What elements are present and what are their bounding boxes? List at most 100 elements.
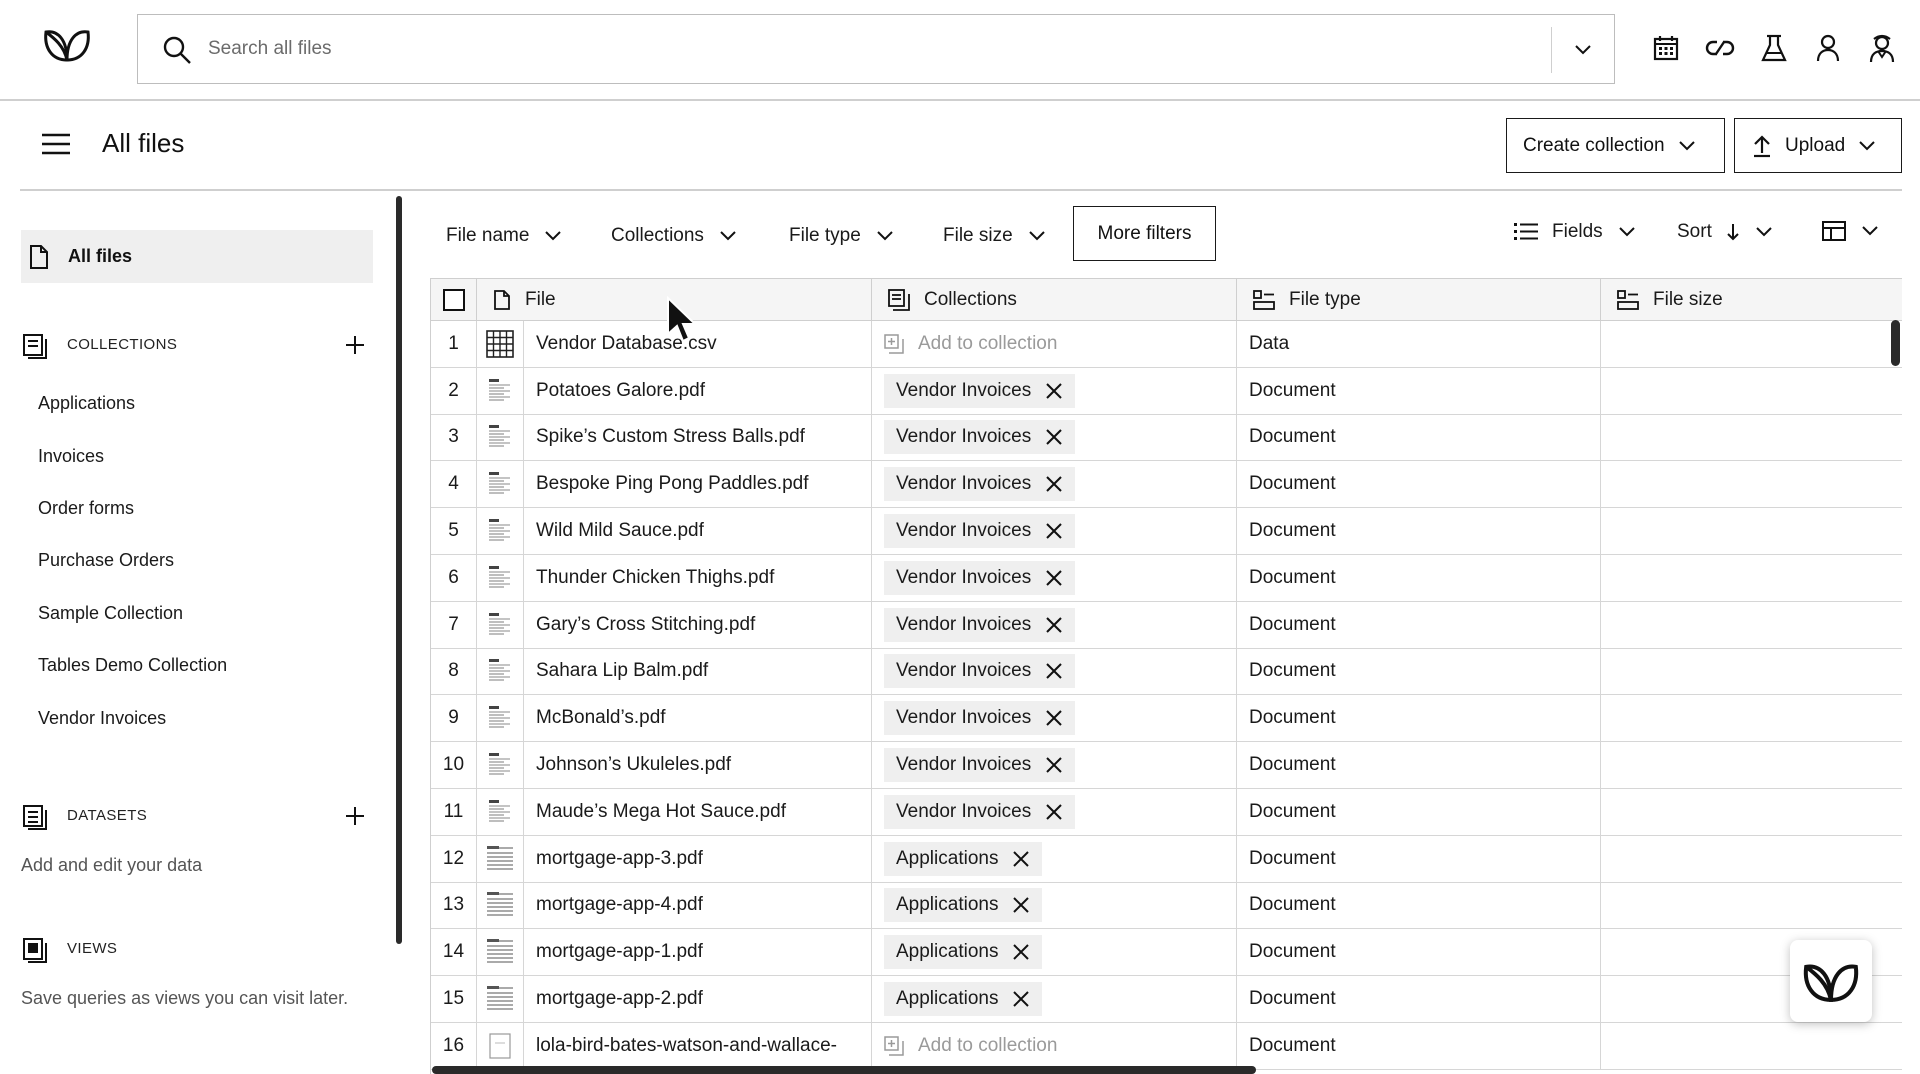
- file-thumbnail[interactable]: [477, 835, 524, 882]
- sidebar-item-sample-collection[interactable]: Sample Collection: [38, 603, 183, 624]
- collection-chip[interactable]: Applications: [884, 888, 1043, 923]
- file-name-cell[interactable]: Potatoes Galore.pdf: [524, 367, 872, 414]
- table-row[interactable]: 13 mortgage-app-4.pdf Applications Document: [431, 882, 1902, 930]
- collection-chip[interactable]: Applications: [884, 982, 1043, 1017]
- add-dataset-plus-icon[interactable]: [342, 803, 368, 829]
- table-horizontal-scrollbar[interactable]: [432, 1066, 1256, 1074]
- sidebar-scrollbar[interactable]: [396, 196, 402, 944]
- sidebar-item-tables-demo-collection[interactable]: Tables Demo Collection: [38, 655, 227, 676]
- file-name-cell[interactable]: Thunder Chicken Thighs.pdf: [524, 554, 872, 601]
- remove-collection-close-icon[interactable]: [1012, 850, 1030, 868]
- file-name-cell[interactable]: Vendor Database.csv: [524, 321, 872, 367]
- chevron-down-icon[interactable]: [1571, 38, 1595, 62]
- file-name-cell[interactable]: Wild Mild Sauce.pdf: [524, 508, 872, 554]
- remove-collection-close-icon[interactable]: [1045, 709, 1063, 727]
- file-column-header[interactable]: File: [477, 279, 872, 321]
- file-name-cell[interactable]: Johnson’s Ukuleles.pdf: [524, 742, 872, 788]
- remove-collection-close-icon[interactable]: [1045, 382, 1063, 400]
- file-thumbnail[interactable]: [477, 882, 524, 929]
- table-row[interactable]: 10 Johnson’s Ukuleles.pdf Vendor Invoices D…: [431, 742, 1902, 789]
- file-thumbnail[interactable]: [477, 742, 524, 788]
- file-size-column-header[interactable]: File size: [1601, 279, 1902, 321]
- table-row[interactable]: 2 Potatoes Galore.pdf Vendor Invoices Docum…: [431, 367, 1902, 415]
- table-row[interactable]: 8 Sahara Lip Balm.pdf Vendor Invoices Docum…: [431, 648, 1902, 696]
- file-thumbnail[interactable]: [477, 648, 524, 695]
- remove-collection-close-icon[interactable]: [1045, 428, 1063, 446]
- layout-control[interactable]: [1822, 221, 1880, 241]
- sidebar-item-all-files[interactable]: All files: [21, 230, 373, 283]
- file-thumbnail[interactable]: [477, 508, 524, 554]
- file-name-cell[interactable]: mortgage-app-4.pdf: [524, 882, 872, 929]
- collection-chip[interactable]: Applications: [884, 935, 1043, 970]
- agent-icon[interactable]: [1866, 32, 1898, 64]
- flask-icon[interactable]: [1758, 32, 1790, 64]
- sidebar-item-order-forms[interactable]: Order forms: [38, 498, 134, 519]
- remove-collection-close-icon[interactable]: [1012, 990, 1030, 1008]
- table-row[interactable]: 9 McBonald’s.pdf Vendor Invoices Document: [431, 695, 1902, 743]
- collection-chip[interactable]: Vendor Invoices: [884, 514, 1076, 549]
- file-name-cell[interactable]: mortgage-app-1.pdf: [524, 929, 872, 976]
- file-thumbnail[interactable]: [477, 1022, 524, 1069]
- hamburger-menu-icon[interactable]: [42, 133, 70, 155]
- collection-chip[interactable]: Vendor Invoices: [884, 701, 1076, 736]
- remove-collection-close-icon[interactable]: [1045, 569, 1063, 587]
- remove-collection-close-icon[interactable]: [1012, 943, 1030, 961]
- sidebar-item-purchase-orders[interactable]: Purchase Orders: [38, 550, 174, 571]
- file-name-cell[interactable]: Maude’s Mega Hot Sauce.pdf: [524, 788, 872, 835]
- file-size-filter[interactable]: File size: [943, 225, 1047, 247]
- file-thumbnail[interactable]: [477, 367, 524, 414]
- sort-control[interactable]: Sort: [1677, 221, 1774, 243]
- table-row[interactable]: 1 Vendor Database.csv Add to collection Dat…: [431, 321, 1902, 368]
- search-input[interactable]: [208, 29, 1508, 69]
- sidebar-item-invoices[interactable]: Invoices: [38, 446, 104, 467]
- table-row[interactable]: 5 Wild Mild Sauce.pdf Vendor Invoices Docum…: [431, 508, 1902, 555]
- file-name-cell[interactable]: McBonald’s.pdf: [524, 695, 872, 742]
- user-icon[interactable]: [1812, 32, 1844, 64]
- file-type-filter[interactable]: File type: [789, 225, 895, 247]
- collection-chip[interactable]: Vendor Invoices: [884, 467, 1076, 502]
- logo-icon[interactable]: [40, 22, 94, 66]
- remove-collection-close-icon[interactable]: [1045, 475, 1063, 493]
- file-name-cell[interactable]: Spike’s Custom Stress Balls.pdf: [524, 414, 872, 461]
- upload-button[interactable]: Upload: [1734, 118, 1902, 173]
- sidebar-item-vendor-invoices[interactable]: Vendor Invoices: [38, 708, 166, 729]
- assistant-logo-button[interactable]: [1790, 940, 1872, 1022]
- table-row[interactable]: 4 Bespoke Ping Pong Paddles.pdf Vendor Inv…: [431, 461, 1902, 509]
- table-row[interactable]: 14 mortgage-app-1.pdf Applications Document: [431, 929, 1902, 977]
- file-thumbnail[interactable]: [477, 321, 524, 367]
- collection-chip[interactable]: Applications: [884, 841, 1043, 876]
- remove-collection-close-icon[interactable]: [1045, 803, 1063, 821]
- collection-chip[interactable]: Vendor Invoices: [884, 607, 1076, 642]
- remove-collection-close-icon[interactable]: [1045, 756, 1063, 774]
- collection-chip[interactable]: Vendor Invoices: [884, 373, 1076, 408]
- collection-chip[interactable]: Vendor Invoices: [884, 654, 1076, 689]
- file-thumbnail[interactable]: [477, 554, 524, 601]
- collection-chip[interactable]: Vendor Invoices: [884, 560, 1076, 595]
- remove-collection-close-icon[interactable]: [1045, 662, 1063, 680]
- file-thumbnail[interactable]: [477, 461, 524, 508]
- table-row[interactable]: 3 Spike’s Custom Stress Balls.pdf Vendor I…: [431, 414, 1902, 462]
- add-to-collection-button[interactable]: Add to collection: [884, 333, 1057, 355]
- add-to-collection-button[interactable]: Add to collection: [884, 1035, 1057, 1057]
- table-vertical-scrollbar[interactable]: [1891, 320, 1900, 366]
- file-name-cell[interactable]: mortgage-app-2.pdf: [524, 976, 872, 1022]
- table-row[interactable]: 6 Thunder Chicken Thighs.pdf Vendor Invoic…: [431, 554, 1902, 602]
- collections-column-header[interactable]: Collections: [872, 279, 1237, 321]
- fields-control[interactable]: Fields: [1514, 221, 1637, 243]
- more-filters-button[interactable]: More filters: [1073, 206, 1216, 261]
- file-name-filter[interactable]: File name: [446, 225, 563, 247]
- table-row[interactable]: 11 Maude’s Mega Hot Sauce.pdf Vendor Invoi…: [431, 788, 1902, 836]
- collection-chip[interactable]: Vendor Invoices: [884, 420, 1076, 455]
- add-collection-plus-icon[interactable]: [342, 332, 368, 358]
- collection-chip[interactable]: Vendor Invoices: [884, 748, 1076, 783]
- select-all-checkbox[interactable]: [442, 288, 465, 311]
- sidebar-item-applications[interactable]: Applications: [38, 393, 135, 414]
- collections-filter[interactable]: Collections: [611, 225, 738, 247]
- file-name-cell[interactable]: Sahara Lip Balm.pdf: [524, 648, 872, 695]
- file-thumbnail[interactable]: [477, 414, 524, 461]
- calendar-icon[interactable]: [1650, 32, 1682, 64]
- table-row[interactable]: 12 mortgage-app-3.pdf Applications Document: [431, 835, 1902, 883]
- create-collection-button[interactable]: Create collection: [1506, 118, 1725, 173]
- table-row[interactable]: 15 mortgage-app-2.pdf Applications Document: [431, 976, 1902, 1023]
- file-thumbnail[interactable]: [477, 976, 524, 1022]
